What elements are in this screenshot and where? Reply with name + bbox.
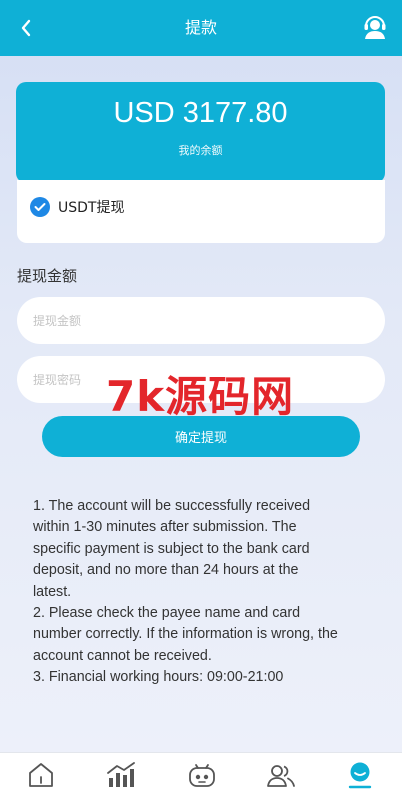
home-icon [29, 763, 53, 787]
page-title: 提款 [184, 18, 217, 37]
note-item: 2. Please check the payee name and card … [33, 605, 338, 664]
tab-profile[interactable] [344, 759, 376, 791]
amount-section-label: 提现金额 [17, 267, 78, 285]
chart-icon [107, 762, 135, 787]
robot-icon [189, 764, 215, 787]
note-item: 3. Financial working hours: 09:00-21:00 [33, 669, 284, 686]
tab-team[interactable] [265, 759, 297, 791]
withdraw-method-card: USDT提现 [17, 180, 385, 243]
check-icon [34, 203, 46, 211]
customer-service-button[interactable] [362, 14, 388, 40]
usdt-method-label[interactable]: USDT提现 [58, 199, 124, 217]
balance-amount: USD 3177.80 [113, 97, 288, 129]
amount-input[interactable] [17, 297, 385, 344]
tab-home[interactable] [25, 759, 57, 791]
bottom-tab-bar [0, 752, 402, 794]
withdraw-notes: 1. The account will be successfully rece… [33, 496, 338, 689]
team-icon [267, 765, 295, 787]
header: 提款 [0, 0, 402, 56]
balance-label: 我的余额 [178, 144, 223, 157]
tab-market[interactable] [105, 759, 137, 791]
note-item: 1. The account will be successfully rece… [33, 498, 311, 600]
usdt-method-checkbox[interactable] [30, 197, 50, 217]
confirm-withdraw-button[interactable]: 确定提现 [42, 416, 360, 457]
withdraw-password-input[interactable] [17, 356, 385, 403]
profile-icon [348, 762, 372, 789]
headset-icon [364, 16, 386, 39]
tab-robot[interactable] [186, 759, 218, 791]
balance-card: USD 3177.80 我的余额 [16, 82, 385, 183]
